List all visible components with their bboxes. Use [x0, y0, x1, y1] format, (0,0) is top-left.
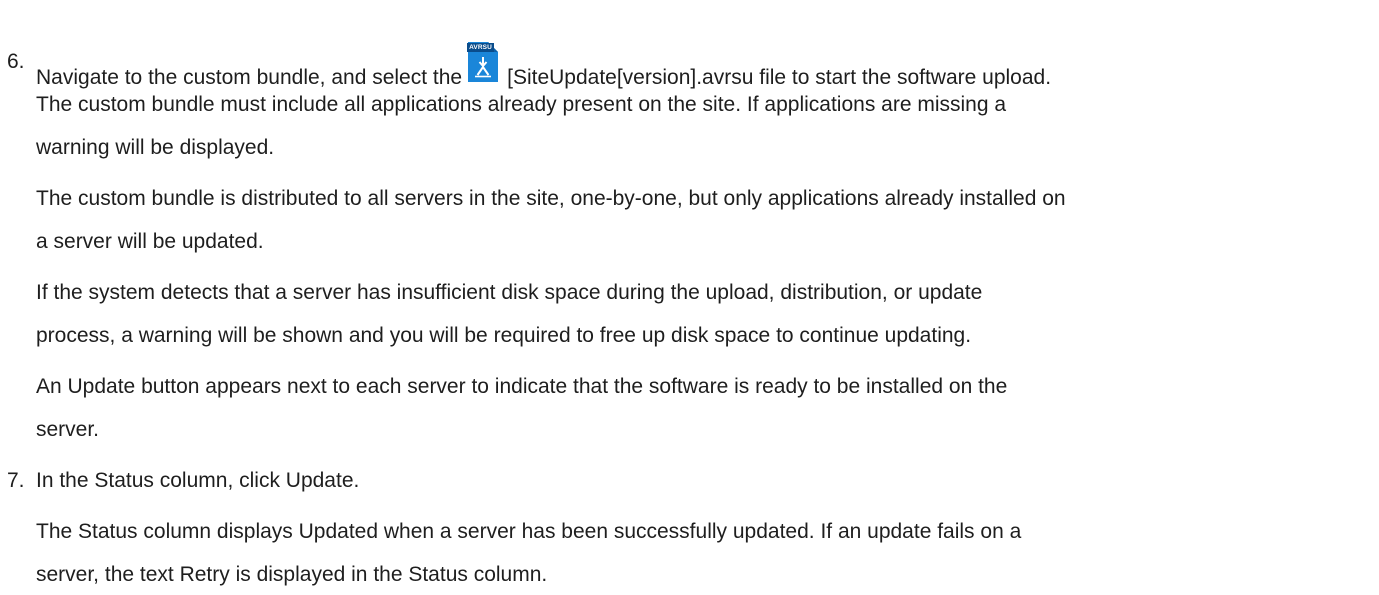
step-7-first-line: In the Status column, click Update.: [36, 469, 360, 492]
step-6-first-line: Navigate to the custom bundle, and selec…: [36, 42, 1052, 94]
file-type-label: AVRSU: [467, 43, 494, 52]
step-paragraph-line: warning will be displayed.: [36, 136, 275, 159]
step-text: Navigate to the custom bundle, and selec…: [36, 66, 463, 89]
step-paragraph-line: process, a warning will be shown and you…: [36, 324, 972, 347]
step-number: 6.: [7, 50, 25, 73]
step-paragraph-line: The Status column displays Updated when …: [36, 520, 1022, 543]
avrsu-file-icon: AVRSU: [464, 42, 502, 94]
step-number: 7.: [7, 469, 25, 492]
step-paragraph-line: server.: [36, 418, 100, 441]
step-paragraph-line: The custom bundle must include all appli…: [36, 93, 1007, 116]
step-paragraph-line: a server will be updated.: [36, 230, 264, 253]
step-paragraph-line: If the system detects that a server has …: [36, 281, 983, 304]
step-paragraph-line: An Update button appears next to each se…: [36, 375, 1008, 398]
step-text: [SiteUpdate[version].avrsu file to start…: [507, 66, 1052, 89]
step-paragraph-line: The custom bundle is distributed to all …: [36, 187, 1066, 210]
step-paragraph-line: server, the text Retry is displayed in t…: [36, 563, 548, 586]
